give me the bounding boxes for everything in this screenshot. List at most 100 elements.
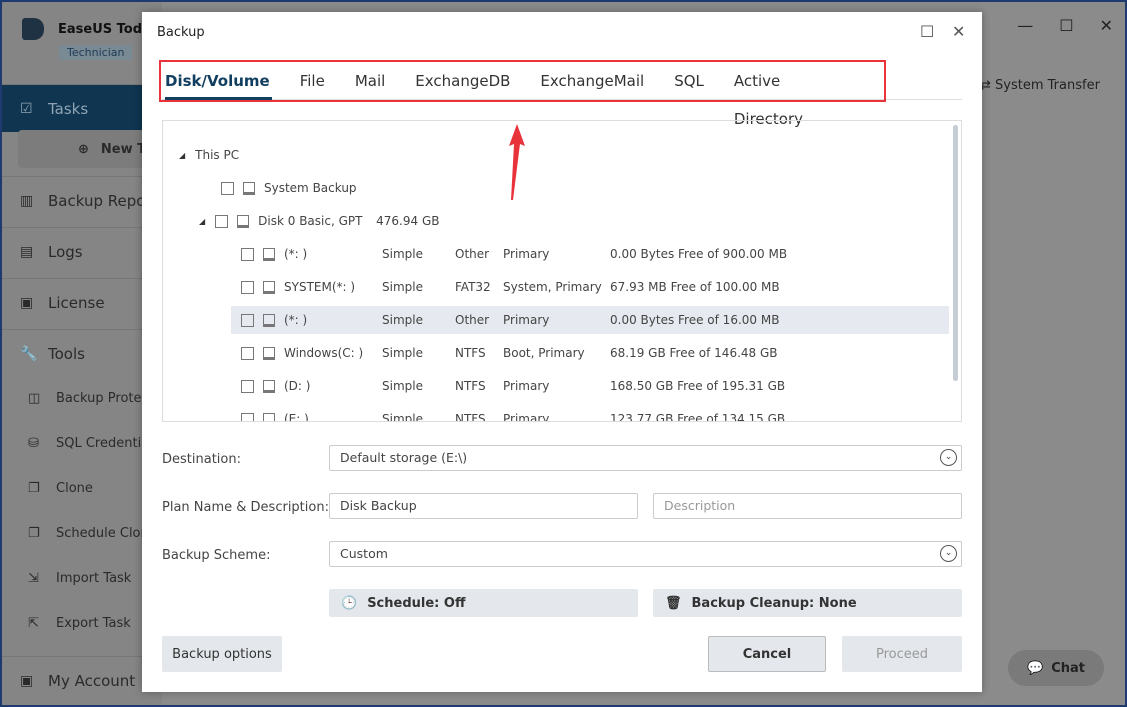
maximize-icon[interactable]: ☐ [920,22,934,41]
chat-button[interactable]: 💬 Chat [1008,650,1104,686]
scheme-label: Backup Scheme: [162,548,271,563]
disk-icon [263,280,275,294]
partition-name: (D: ) [284,379,311,393]
cleanup-button[interactable]: 🗑 Backup Cleanup: None [653,589,962,617]
tool-clone[interactable]: ❐ Clone [2,466,93,510]
close-icon[interactable]: ✕ [952,22,965,41]
partition-name: Windows(C: ) [284,346,364,360]
sidebar-item-license[interactable]: ▣ License [2,278,162,326]
checkbox[interactable] [241,346,254,360]
checkbox[interactable] [241,412,254,421]
partition-row[interactable]: Windows(C: ) Simple NTFS Boot, Primary 6… [231,339,949,367]
schedule-button[interactable]: 🕒 Schedule: Off [329,589,638,617]
partition-space: 68.19 GB Free of 146.48 GB [610,346,778,360]
tree-root[interactable]: ◢ This PC [163,141,949,169]
partition-fs: NTFS [455,346,486,360]
chat-label: Chat [1051,660,1085,676]
new-task-label: New T [100,141,147,157]
tool-import-task[interactable]: ⇲ Import Task [2,556,131,600]
tool-sql-credentials[interactable]: ⛁ SQL Credentia [2,421,149,465]
description-input[interactable]: Description [653,493,962,519]
partition-row[interactable]: SYSTEM(*: ) Simple FAT32 System, Primary… [231,273,949,301]
tool-export-task[interactable]: ⇱ Export Task [2,601,131,645]
tab-file[interactable]: File [300,62,325,100]
sidebar-item-tasks[interactable]: ☑ Tasks [2,84,162,132]
sidebar-item-backup-repository[interactable]: ▥ Backup Repos [2,176,162,224]
proceed-button[interactable]: Proceed [842,636,962,672]
partition-space: 123.77 GB Free of 134.15 GB [610,412,786,422]
destination-select[interactable]: Default storage (E:\) ⌄ [329,445,962,471]
disk-icon [263,247,275,261]
backup-options-button[interactable]: Backup options [162,636,282,672]
cleanup-label: Backup Cleanup: None [691,595,857,611]
tool-label: SQL Credentia [56,435,150,451]
license-icon: ▣ [20,294,34,311]
partition-row[interactable]: (*: ) Simple Other Primary 0.00 Bytes Fr… [231,306,949,334]
tab-sql[interactable]: SQL [674,62,704,100]
window-controls: — ☐ ✕ [1017,16,1113,35]
checkbox[interactable] [221,181,234,195]
minimize-icon[interactable]: — [1017,16,1033,35]
clone-icon: ❐ [28,480,40,496]
tool-backup-protect[interactable]: ◫ Backup Protec [2,376,149,420]
disk-icon [263,412,275,421]
sidebar-item-logs[interactable]: ▤ Logs [2,227,162,275]
clock-icon: 🕒 [341,595,358,611]
logs-icon: ▤ [20,243,34,260]
tab-exchangemail[interactable]: ExchangeMail [540,62,644,100]
partition-type: Simple [382,346,423,360]
partition-row[interactable]: (E: ) Simple NTFS Primary 123.77 GB Free… [231,405,949,422]
sidebar-item-tools[interactable]: 🔧 Tools [2,329,162,377]
checkbox[interactable] [241,280,254,294]
partition-fs: Other [455,313,490,327]
checkbox[interactable] [241,313,254,327]
edition-badge: Technician [59,45,133,60]
scheme-select[interactable]: Custom ⌄ [329,541,962,567]
maximize-icon[interactable]: ☐ [1059,16,1073,35]
tab-exchangedb[interactable]: ExchangeDB [415,62,510,100]
sidebar-item-my-account[interactable]: ▣ My Account [2,656,162,704]
nav-label: Tools [48,344,85,363]
transfer-icon: ⇄ [980,78,996,93]
tab-active-directory[interactable]: Active Directory [734,62,854,128]
tree-system-backup[interactable]: System Backup [163,174,949,202]
database-lock-icon: ⛁ [28,435,39,451]
checkbox[interactable] [215,214,229,228]
import-icon: ⇲ [28,570,39,586]
plan-name-input[interactable]: Disk Backup [329,493,638,519]
system-transfer-button[interactable]: ⇄ System Transfer [980,78,1100,93]
root-label: This PC [195,148,240,162]
disk-name: Disk 0 Basic, GPT [258,214,363,228]
partition-row[interactable]: (D: ) Simple NTFS Primary 168.50 GB Free… [231,372,949,400]
partition-name: SYSTEM(*: ) [284,280,356,294]
tasks-icon: ☑ [20,100,33,117]
repository-icon: ▥ [20,192,34,209]
tab-mail[interactable]: Mail [355,62,385,100]
disk-icon [263,346,275,360]
chat-icon: 💬 [1027,660,1044,676]
partition-fs: NTFS [455,379,486,393]
tool-schedule-clone[interactable]: ❐ Schedule Clone [2,511,157,555]
close-icon[interactable]: ✕ [1100,16,1113,35]
collapse-icon[interactable]: ◢ [199,217,205,226]
partition-row[interactable]: (*: ) Simple Other Primary 0.00 Bytes Fr… [231,240,949,268]
scrollbar[interactable] [953,125,958,381]
partition-type: Simple [382,313,423,327]
account-icon: ▣ [20,672,34,689]
item-label: System Backup [264,181,357,195]
tab-disk-volume[interactable]: Disk/Volume [165,62,272,100]
nav-label: Logs [48,242,83,261]
partition-role: Primary [503,412,550,422]
nav-label: Tasks [48,99,89,118]
partition-role: Primary [503,379,550,393]
collapse-icon[interactable]: ◢ [179,151,185,160]
cancel-button[interactable]: Cancel [708,636,826,672]
tree-disk-0[interactable]: ◢ Disk 0 Basic, GPT 476.94 GB [163,207,949,235]
checkbox[interactable] [241,247,254,261]
tools-icon: 🔧 [20,345,38,362]
chevron-down-icon: ⌄ [940,449,957,466]
partition-space: 0.00 Bytes Free of 16.00 MB [610,313,780,327]
checkbox[interactable] [241,379,254,393]
partition-role: System, Primary [503,280,602,294]
disk-icon [263,313,275,327]
